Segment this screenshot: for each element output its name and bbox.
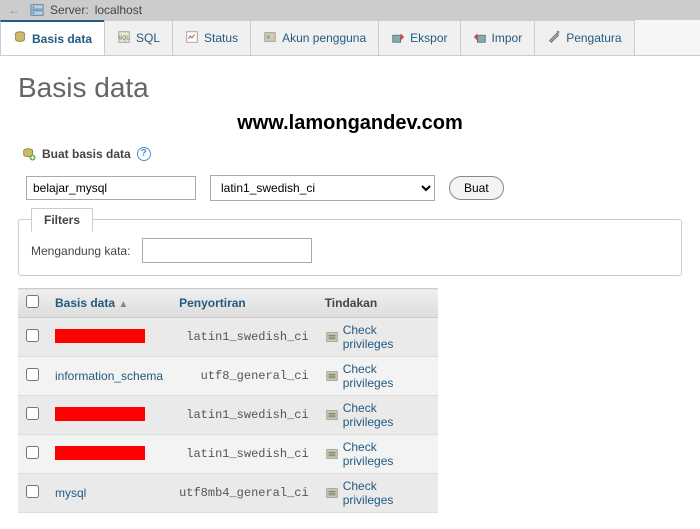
collation-select[interactable]: latin1_swedish_ci: [210, 175, 435, 201]
page-title: Basis data: [18, 72, 682, 104]
tab-label: Ekspor: [410, 31, 447, 45]
watermark: www.lamongandev.com: [18, 112, 682, 135]
col-collation[interactable]: Penyortiran: [171, 289, 317, 318]
filter-input[interactable]: [142, 238, 312, 263]
filters-panel: Filters Mengandung kata:: [18, 219, 682, 276]
col-action: Tindakan: [317, 289, 438, 318]
privileges-icon: [325, 369, 339, 383]
action-label: Check privileges: [343, 323, 430, 351]
tab-sql[interactable]: SQL SQL: [104, 20, 173, 55]
privileges-icon: [325, 447, 339, 461]
main-tabs: Basis data SQL SQL Status Akun pengguna Ekspo…: [0, 20, 700, 56]
tab-label: Akun pengguna: [282, 31, 366, 45]
status-icon: [185, 30, 199, 47]
row-checkbox[interactable]: [26, 407, 39, 420]
tab-label: SQL: [136, 31, 160, 45]
row-checkbox[interactable]: [26, 368, 39, 381]
server-icon: [30, 3, 44, 17]
action-label: Check privileges: [343, 479, 430, 507]
check-privileges-link[interactable]: Check privileges: [325, 362, 430, 390]
create-button[interactable]: Buat: [449, 176, 504, 200]
row-checkbox[interactable]: [26, 329, 39, 342]
collation-value: latin1_swedish_ci: [171, 396, 317, 435]
table-row: latin1_swedish_ci Check privileges: [18, 396, 438, 435]
table-row: information_schema utf8_general_ci Check …: [18, 357, 438, 396]
server-name: localhost: [95, 3, 142, 17]
akun-pengguna-icon: [263, 30, 277, 47]
tab-status[interactable]: Status: [172, 20, 251, 55]
privileges-icon: [325, 330, 339, 344]
db-name-input[interactable]: [26, 176, 196, 200]
server-label: Server:: [50, 3, 89, 17]
row-checkbox[interactable]: [26, 446, 39, 459]
filter-label: Mengandung kata:: [31, 244, 130, 258]
create-db-heading: Buat basis data ?: [22, 147, 682, 161]
tab-akun-pengguna[interactable]: Akun pengguna: [250, 20, 379, 55]
tab-ekspor[interactable]: Ekspor: [378, 20, 460, 55]
sql-icon: SQL: [117, 30, 131, 47]
db-link[interactable]: mysql: [55, 486, 86, 500]
tab-label: Status: [204, 31, 238, 45]
db-table: Basis data ▲ Penyortiran Tindakan latin1…: [18, 288, 438, 513]
action-label: Check privileges: [343, 440, 430, 468]
impor-icon: [473, 30, 487, 47]
action-label: Check privileges: [343, 401, 430, 429]
select-all-checkbox[interactable]: [26, 295, 39, 308]
check-privileges-link[interactable]: Check privileges: [325, 440, 430, 468]
collation-value: latin1_swedish_ci: [171, 435, 317, 474]
tab-basis-data[interactable]: Basis data: [0, 20, 105, 55]
help-icon[interactable]: ?: [137, 147, 151, 161]
col-database[interactable]: Basis data ▲: [47, 289, 171, 318]
collation-value: latin1_swedish_ci: [171, 318, 317, 357]
sort-asc-icon: ▲: [118, 299, 128, 310]
check-privileges-link[interactable]: Check privileges: [325, 479, 430, 507]
database-add-icon: [22, 147, 36, 161]
ekspor-icon: [391, 30, 405, 47]
table-row: mysql utf8mb4_general_ci Check privileges: [18, 474, 438, 513]
collation-value: utf8mb4_general_ci: [171, 474, 317, 513]
table-row: latin1_swedish_ci Check privileges: [18, 435, 438, 474]
redacted-db-name: [55, 446, 145, 460]
check-privileges-link[interactable]: Check privileges: [325, 323, 430, 351]
action-label: Check privileges: [343, 362, 430, 390]
privileges-icon: [325, 486, 339, 500]
db-link[interactable]: information_schema: [55, 369, 163, 383]
breadcrumb: ← Server: localhost: [0, 0, 700, 20]
tab-label: Basis data: [32, 32, 92, 46]
tab-label: Pengatura: [566, 31, 621, 45]
privileges-icon: [325, 408, 339, 422]
create-db-title: Buat basis data: [42, 147, 131, 161]
collation-value: utf8_general_ci: [171, 357, 317, 396]
pengatura-icon: [547, 30, 561, 47]
tab-impor[interactable]: Impor: [460, 20, 536, 55]
table-row: latin1_swedish_ci Check privileges: [18, 318, 438, 357]
redacted-db-name: [55, 407, 145, 421]
filters-tab[interactable]: Filters: [31, 208, 93, 232]
tab-label: Impor: [492, 31, 523, 45]
back-arrow[interactable]: ←: [8, 3, 24, 17]
check-privileges-link[interactable]: Check privileges: [325, 401, 430, 429]
svg-text:SQL: SQL: [119, 35, 130, 41]
row-checkbox[interactable]: [26, 485, 39, 498]
tab-pengatura[interactable]: Pengatura: [534, 20, 634, 55]
redacted-db-name: [55, 329, 145, 343]
basis-data-icon: [13, 30, 27, 47]
